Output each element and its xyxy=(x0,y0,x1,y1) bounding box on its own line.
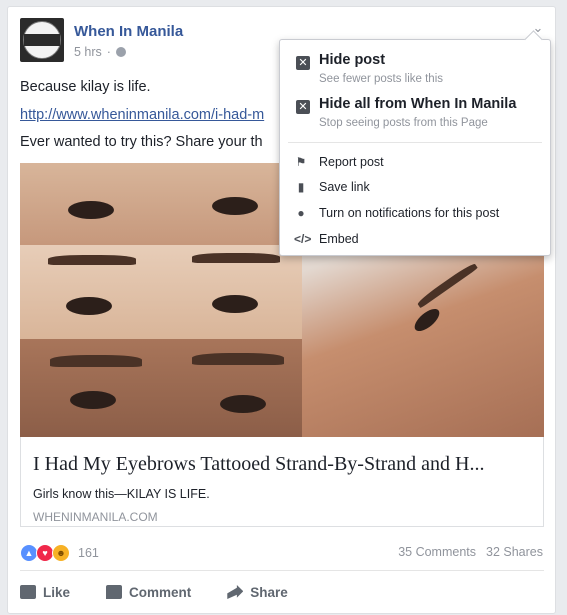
like-label: Like xyxy=(43,584,71,600)
hide-post-title: Hide post xyxy=(319,52,386,68)
comment-label: Comment xyxy=(129,584,192,600)
menu-item-embed[interactable]: </> Embed xyxy=(294,229,540,249)
bookmark-icon: ▮ xyxy=(297,180,305,194)
menu-item-hide-all[interactable]: ✕ Hide all from When In Manila Stop seei… xyxy=(294,96,540,132)
hide-all-subtitle: Stop seeing posts from this Page xyxy=(319,117,488,129)
reaction-count[interactable]: 161 xyxy=(78,546,99,560)
link-preview-caption[interactable]: I Had My Eyebrows Tattooed Strand-By-Str… xyxy=(20,437,544,527)
menu-separator xyxy=(288,142,542,143)
page-name-link[interactable]: When In Manila xyxy=(74,23,183,40)
post-options-menu: ✕ Hide post See fewer posts like this ✕ … xyxy=(279,30,551,256)
image-panel-eyes-3 xyxy=(20,339,302,437)
like-button[interactable]: Like xyxy=(20,577,70,607)
menu-item-notifications[interactable]: ● Turn on notifications for this post xyxy=(294,203,540,223)
comments-count[interactable]: 35 Comments xyxy=(398,545,476,559)
post-link[interactable]: http://www.wheninmanila.com/i-had-m xyxy=(20,107,264,123)
meta-separator: · xyxy=(106,45,111,59)
image-panel-eyes-1 xyxy=(20,163,302,245)
actions-divider xyxy=(20,570,544,571)
page-avatar[interactable] xyxy=(20,18,64,62)
share-button[interactable]: Share xyxy=(227,577,288,607)
close-box-icon: ✕ xyxy=(296,56,310,70)
reactions-summary[interactable]: ▲ ♥ ☻ 161 xyxy=(20,544,99,562)
post-meta: 5 hrs · xyxy=(74,45,126,59)
hide-all-title: Hide all from When In Manila xyxy=(319,96,517,112)
post-timestamp[interactable]: 5 hrs xyxy=(74,45,102,59)
hide-post-subtitle: See fewer posts like this xyxy=(319,73,444,85)
comment-button[interactable]: Comment xyxy=(106,577,191,607)
hide-all-icon: ✕ xyxy=(296,100,310,114)
globe-icon xyxy=(115,47,126,57)
menu-item-report[interactable]: ⚑ Report post xyxy=(294,152,540,172)
thumbs-up-icon xyxy=(20,585,36,599)
link-preview-title[interactable]: I Had My Eyebrows Tattooed Strand-By-Str… xyxy=(33,453,533,476)
haha-reaction-icon: ☻ xyxy=(52,544,70,562)
share-icon xyxy=(227,585,244,599)
embed-label: Embed xyxy=(319,232,359,246)
post-text-line-3: Ever wanted to try this? Share your th xyxy=(20,134,263,150)
menu-item-hide-post[interactable]: ✕ Hide post See fewer posts like this xyxy=(294,52,540,88)
globe-icon: ● xyxy=(297,206,305,220)
post-text-line-1: Because kilay is life. xyxy=(20,79,151,95)
share-label: Share xyxy=(250,584,288,600)
comment-icon xyxy=(106,585,123,599)
report-icon: ⚑ xyxy=(295,155,307,169)
shares-count[interactable]: 32 Shares xyxy=(486,545,543,559)
link-preview-description: Girls know this—KILAY IS LIFE. xyxy=(33,487,210,501)
post-actions: Like Comment Share xyxy=(20,577,544,607)
avatar-logo-band xyxy=(24,34,60,46)
menu-item-save[interactable]: ▮ Save link xyxy=(294,177,540,197)
engagement-counts: 35 Comments 32 Shares xyxy=(398,545,543,559)
notifications-label: Turn on notifications for this post xyxy=(319,206,500,220)
report-label: Report post xyxy=(319,155,384,169)
save-label: Save link xyxy=(319,180,370,194)
code-icon: </> xyxy=(294,232,312,246)
image-panel-brows xyxy=(20,245,302,339)
link-preview-domain: WHENINMANILA.COM xyxy=(33,510,158,524)
